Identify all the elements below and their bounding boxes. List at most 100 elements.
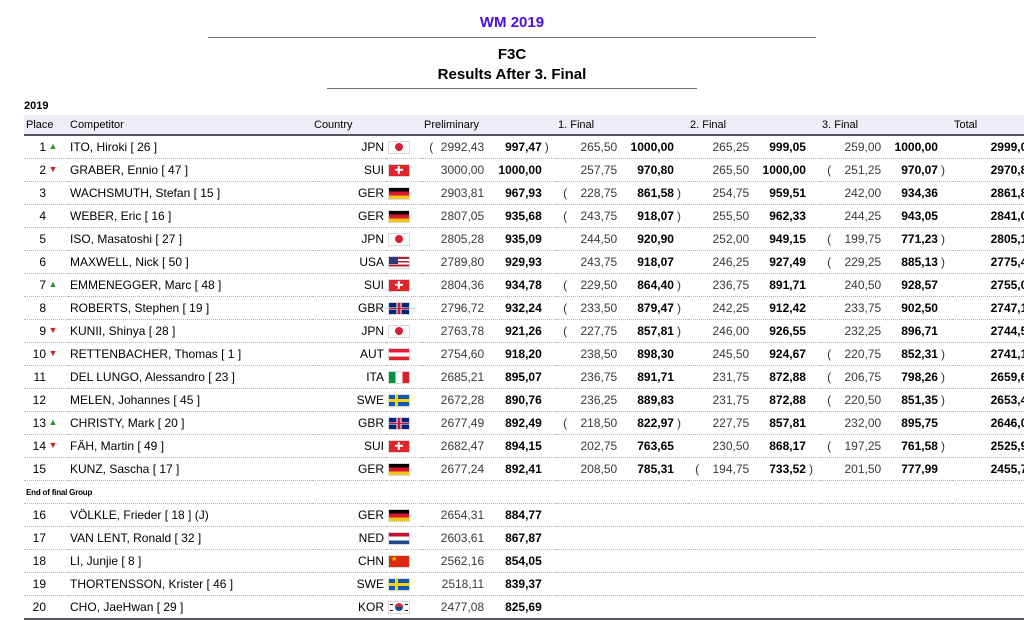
column-header-total[interactable]: Total xyxy=(952,115,1024,136)
table-row[interactable]: 7 ▲ EMMENEGGER, Marc [ 48 ] SUI 2804,36 934,… xyxy=(24,273,1024,297)
cell-competitor-name[interactable]: THORTENSSON, Krister [ 46 ] xyxy=(68,572,312,596)
cell-competitor-name[interactable]: KUNII, Shinya [ 28 ] xyxy=(68,319,312,343)
cell-competitor-name[interactable]: MAXWELL, Nick [ 50 ] xyxy=(68,250,312,274)
dropped-paren-open xyxy=(690,301,702,315)
dropped-paren-close xyxy=(806,232,818,246)
cell-competitor-name[interactable]: CHO, JaeHwan [ 29 ] xyxy=(68,595,312,620)
table-row[interactable]: 13 ▲ CHRISTY, Mark [ 20 ] GBR 2677,49 892,49… xyxy=(24,411,1024,435)
table-row[interactable]: 10 ▼ RETTENBACHER, Thomas [ 1 ] AUT 2754,60… xyxy=(24,342,1024,366)
dropped-paren-close xyxy=(674,232,686,246)
table-row[interactable]: 4 WEBER, Eric [ 16 ] GER 2807,05 935,68 (2… xyxy=(24,204,1024,228)
table-row[interactable]: 16 VÖLKLE, Frieder [ 18 ] (J) GER 2654,31… xyxy=(24,503,1024,527)
table-row[interactable]: 14 ▼ FÄH, Martin [ 49 ] SUI 2682,47 894,15 2… xyxy=(24,434,1024,458)
dropped-paren-close xyxy=(674,163,686,177)
trend-none-icon xyxy=(46,602,60,611)
cell-final1: (228,75 861,58) xyxy=(556,181,688,205)
preliminary-raw-score: 2754,60 xyxy=(440,347,485,361)
final1-normalized-score: 889,83 xyxy=(637,393,674,407)
final3-raw-score: 244,25 xyxy=(844,209,882,223)
table-row[interactable]: 12 MELEN, Johannes [ 45 ] SWE 2672,28 890,… xyxy=(24,388,1024,412)
column-header-preliminary[interactable]: Preliminary xyxy=(422,115,556,136)
cell-competitor-name[interactable]: ROBERTS, Stephen [ 19 ] xyxy=(68,296,312,320)
dropped-paren-close xyxy=(806,301,818,315)
cell-final3: (229,25 885,13) xyxy=(820,250,952,274)
column-header-country[interactable]: Country xyxy=(312,115,386,136)
cell-final1: 236,75 891,71 xyxy=(556,365,688,389)
cell-competitor-name[interactable]: DEL LUNGO, Alessandro [ 23 ] xyxy=(68,365,312,389)
table-row[interactable]: 9 ▼ KUNII, Shinya [ 28 ] JPN 2763,78 921,26 … xyxy=(24,319,1024,343)
table-row[interactable]: 18 LI, Junjie [ 8 ]CHN 2562,16 854,05 xyxy=(24,549,1024,573)
table-row[interactable]: 8 ROBERTS, Stephen [ 19 ] GBR 2796,72 932,… xyxy=(24,296,1024,320)
dropped-paren-close: ) xyxy=(808,462,813,476)
cell-final2: 236,75 891,71 xyxy=(688,273,820,297)
table-row[interactable]: 3 WACHSMUTH, Stefan [ 15 ] GER 2903,81 967… xyxy=(24,181,1024,205)
cell-competitor-name[interactable]: ITO, Hiroki [ 26 ] xyxy=(68,135,312,159)
table-row[interactable]: 17 VAN LENT, Ronald [ 32 ] NED 2603,61 867… xyxy=(24,526,1024,550)
flag-ger-icon xyxy=(388,186,410,200)
final2-normalized-score: 924,67 xyxy=(769,347,806,361)
table-row[interactable]: 20 CHO, JaeHwan [ 29 ] KOR 2477,08 825,69 xyxy=(24,595,1024,620)
dropped-paren-close xyxy=(542,301,554,315)
dropped-paren-close: ) xyxy=(940,232,945,246)
place-number: 19 xyxy=(32,577,46,591)
cell-competitor-name[interactable]: MELEN, Johannes [ 45 ] xyxy=(68,388,312,412)
flag-chn-icon xyxy=(388,554,410,568)
cell-competitor-name[interactable]: EMMENEGGER, Marc [ 48 ] xyxy=(68,273,312,297)
final3-normalized-score: 895,75 xyxy=(901,416,938,430)
cell-country-flag xyxy=(386,250,422,274)
cell-competitor-name[interactable]: KUNZ, Sascha [ 17 ] xyxy=(68,457,312,481)
cell-place: 10 ▼ xyxy=(24,342,68,366)
cell-country-code: ITA xyxy=(312,365,386,389)
preliminary-raw-score: 2677,24 xyxy=(440,462,485,476)
flag-usa-icon xyxy=(388,255,410,269)
table-row[interactable]: 1 ▲ ITO, Hiroki [ 26 ] JPN(2992,43 997,47) 2… xyxy=(24,135,1024,159)
column-header-place[interactable]: Place xyxy=(24,115,68,136)
table-row[interactable]: 15 KUNZ, Sascha [ 17 ] GER 2677,24 892,41 … xyxy=(24,457,1024,481)
column-header-competitor[interactable]: Competitor xyxy=(68,115,312,136)
flag-jpn-icon xyxy=(388,324,410,338)
table-row[interactable]: 19 THORTENSSON, Krister [ 46 ] SWE 2518,1… xyxy=(24,572,1024,596)
preliminary-raw-score: 2603,61 xyxy=(440,531,485,545)
dropped-paren-open xyxy=(424,255,436,269)
cell-competitor-name[interactable]: FÄH, Martin [ 49 ] xyxy=(68,434,312,458)
cell-competitor-name[interactable]: VÖLKLE, Frieder [ 18 ] (J) xyxy=(68,503,312,527)
cell-place: 11 xyxy=(24,365,68,389)
preliminary-raw-score: 2789,80 xyxy=(440,255,485,269)
dropped-paren-close xyxy=(938,278,950,292)
table-row[interactable]: 5 ISO, Masatoshi [ 27 ] JPN 2805,28 935,09… xyxy=(24,227,1024,251)
cell-final3 xyxy=(820,526,952,550)
cell-competitor-name[interactable]: ISO, Masatoshi [ 27 ] xyxy=(68,227,312,251)
table-row[interactable]: 6 MAXWELL, Nick [ 50 ] USA 2789,80 929,93 … xyxy=(24,250,1024,274)
column-header-final2[interactable]: 2. Final xyxy=(688,115,820,136)
dropped-paren-open: ( xyxy=(827,232,832,246)
trend-down-icon: ▼ xyxy=(48,325,58,336)
table-row[interactable]: 11 DEL LUNGO, Alessandro [ 23 ] ITA 2685,… xyxy=(24,365,1024,389)
cell-competitor-name[interactable]: VAN LENT, Ronald [ 32 ] xyxy=(68,526,312,550)
dropped-paren-close xyxy=(542,439,554,453)
cell-competitor-name[interactable]: WACHSMUTH, Stefan [ 15 ] xyxy=(68,181,312,205)
cell-competitor-name[interactable]: GRABER, Ennio [ 47 ] xyxy=(68,158,312,182)
cell-competitor-name[interactable]: RETTENBACHER, Thomas [ 1 ] xyxy=(68,342,312,366)
place-number: 20 xyxy=(32,600,46,614)
cell-country-flag xyxy=(386,135,422,159)
cell-competitor-name[interactable]: CHRISTY, Mark [ 20 ] xyxy=(68,411,312,435)
final2-normalized-score: 857,81 xyxy=(769,416,806,430)
preliminary-raw-score: 2796,72 xyxy=(440,301,485,315)
cell-competitor-name[interactable]: WEBER, Eric [ 16 ] xyxy=(68,204,312,228)
cell-preliminary: 2562,16 854,05 xyxy=(422,549,556,573)
dropped-paren-open xyxy=(690,232,702,246)
table-row[interactable]: 2 ▼ GRABER, Ennio [ 47 ] SUI 3000,00 1000,00… xyxy=(24,158,1024,182)
results-table: Place Competitor Country Preliminary 1. … xyxy=(24,115,1024,620)
cell-final1: 208,50 785,31 xyxy=(556,457,688,481)
cell-competitor-name[interactable]: LI, Junjie [ 8 ] xyxy=(68,549,312,573)
cell-place: 1 ▲ xyxy=(24,135,68,159)
dropped-paren-close xyxy=(542,416,554,430)
final2-raw-score: 236,75 xyxy=(712,278,750,292)
dropped-paren-close: ) xyxy=(676,416,681,430)
dropped-paren-close: ) xyxy=(940,347,945,361)
dropped-paren-close xyxy=(674,140,686,154)
column-header-final1[interactable]: 1. Final xyxy=(556,115,688,136)
column-header-final3[interactable]: 3. Final xyxy=(820,115,952,136)
cell-preliminary: 2685,21 895,07 xyxy=(422,365,556,389)
cell-country-code: SWE xyxy=(312,572,386,596)
